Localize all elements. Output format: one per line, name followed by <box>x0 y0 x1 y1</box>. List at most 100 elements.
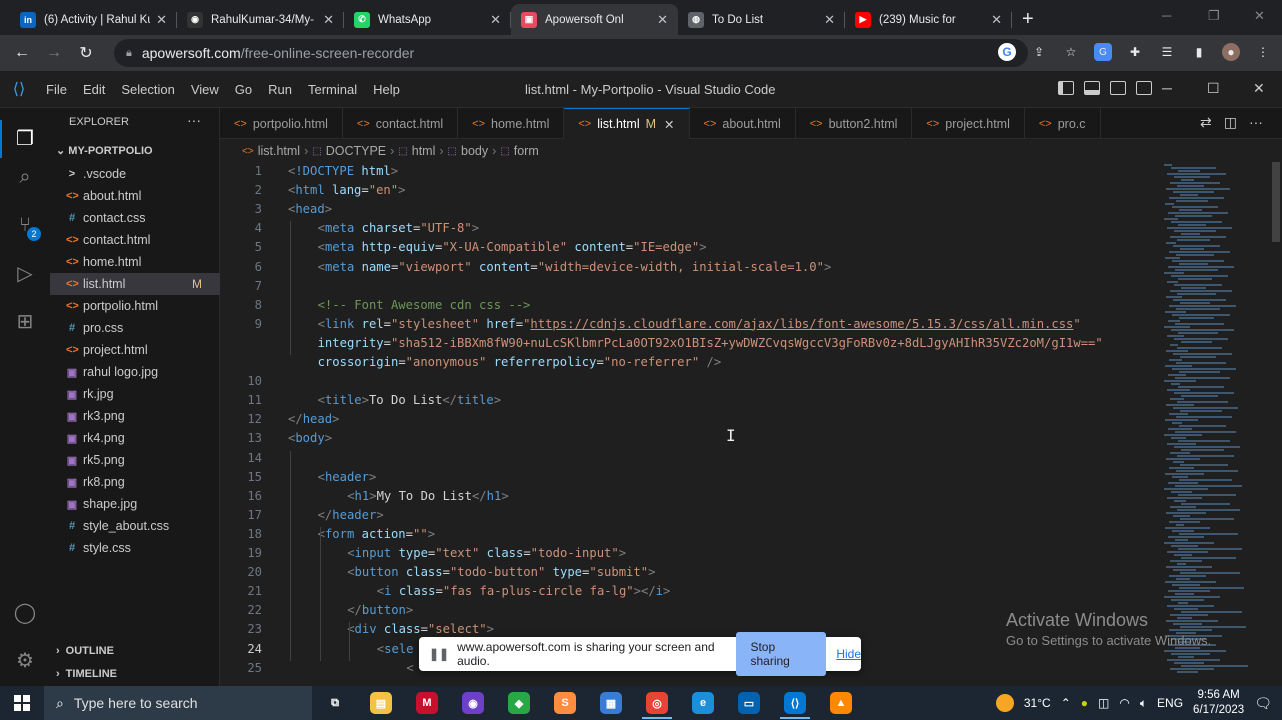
editor-tab[interactable]: <> contact.html <box>343 108 459 139</box>
editor-tab[interactable]: <> about.html <box>690 108 796 139</box>
reload-icon[interactable]: ↻ <box>70 43 102 63</box>
code-line[interactable]: <button class="todo-button" type="submit… <box>347 565 655 579</box>
tray-app-icon[interactable]: ● <box>1081 696 1088 710</box>
taskbar-search[interactable]: ⌕ Type here to search <box>44 686 312 720</box>
close-tab-icon[interactable]: ✕ <box>991 12 1002 28</box>
file-item[interactable]: ▣ rk8.png <box>50 471 220 493</box>
close-tab-icon[interactable]: ✕ <box>664 117 674 132</box>
wifi-icon[interactable]: ◠ <box>1119 696 1129 710</box>
editor-tab[interactable]: <> list.html M ✕ <box>564 108 690 139</box>
taskbar-app[interactable]: ◎ <box>634 686 680 720</box>
close-tab-icon[interactable]: ✕ <box>824 12 835 28</box>
menu-selection[interactable]: Selection <box>113 82 182 97</box>
file-item[interactable]: <> list.html M <box>50 273 220 295</box>
file-item[interactable]: <> home.html <box>50 251 220 273</box>
file-item[interactable]: # style.css <box>50 537 220 559</box>
project-folder[interactable]: ⌄ MY-PORTPOLIO <box>56 144 153 157</box>
code-line[interactable]: crossorigin="anonymous" referrerpolicy="… <box>318 355 722 369</box>
browser-tab[interactable]: in (6) Activity | Rahul Ku ✕ <box>10 4 177 35</box>
menu-file[interactable]: File <box>38 82 75 97</box>
temperature[interactable]: 31°C <box>1024 696 1051 710</box>
bookmark-star-icon[interactable]: ☆ <box>1062 43 1080 61</box>
translate-icon[interactable]: G <box>1094 43 1112 61</box>
file-item[interactable]: <> about.html <box>50 185 220 207</box>
close-icon[interactable]: ✕ <box>1253 80 1265 97</box>
taskbar-app[interactable]: ▲ <box>818 686 864 720</box>
file-item[interactable]: # pro.css <box>50 317 220 339</box>
breadcrumb-item[interactable]: DOCTYPE <box>326 144 386 158</box>
file-item[interactable]: <> project.html <box>50 339 220 361</box>
menu-help[interactable]: Help <box>365 82 408 97</box>
breadcrumb-item[interactable]: html <box>412 144 436 158</box>
source-control-icon[interactable]: ⑂ 2 <box>11 211 41 241</box>
taskbar-app[interactable]: ◉ <box>450 686 496 720</box>
reading-list-icon[interactable]: ☰ <box>1158 43 1176 61</box>
notifications-icon[interactable]: 🗨︎ <box>1254 695 1272 712</box>
code-line[interactable]: <body> <box>288 431 332 445</box>
code-line[interactable]: < <box>406 661 413 675</box>
code-line[interactable]: <h1>My To Do List</h1> <box>347 489 508 503</box>
side-panel-icon[interactable]: ▮ <box>1190 43 1208 61</box>
more-actions-icon[interactable]: ··· <box>1249 114 1263 131</box>
close-tab-icon[interactable]: ✕ <box>323 12 334 28</box>
taskbar-app[interactable]: ▦ <box>588 686 634 720</box>
toggle-secondary-sidebar-icon[interactable] <box>1110 81 1126 95</box>
browser-minimize-icon[interactable]: ─ <box>1162 8 1171 23</box>
code-line[interactable]: <!DOCTYPE html> <box>288 164 398 178</box>
code-line[interactable]: <header> <box>318 470 377 484</box>
editor-tab[interactable]: <> pro.c <box>1025 108 1101 139</box>
forward-icon[interactable]: → <box>38 44 70 62</box>
toggle-sidebar-icon[interactable] <box>1058 81 1074 95</box>
menu-terminal[interactable]: Terminal <box>300 82 365 97</box>
explorer-icon[interactable]: ❐ <box>11 124 39 152</box>
browser-tab[interactable]: ▣ Apowersoft Onl ✕ <box>511 4 678 35</box>
taskbar-app[interactable]: ▤ <box>358 686 404 720</box>
browser-tab[interactable]: ✆ WhatsApp ✕ <box>344 4 511 35</box>
minimize-icon[interactable]: ─ <box>1162 80 1172 96</box>
taskbar-app[interactable]: ⧉ <box>312 686 358 720</box>
code-line[interactable]: <div class="select"> <box>347 622 494 636</box>
breadcrumb-item[interactable]: list.html <box>258 144 300 158</box>
search-icon[interactable]: ⌕ <box>11 163 39 191</box>
taskbar-app[interactable]: ▭ <box>726 686 772 720</box>
start-button[interactable] <box>0 695 44 711</box>
file-item[interactable]: ▣ rk4.png <box>50 427 220 449</box>
file-item[interactable]: ▣ rk.jpg <box>50 383 220 405</box>
hide-button[interactable]: Hide <box>836 647 861 661</box>
menu-edit[interactable]: Edit <box>75 82 113 97</box>
editor-tab[interactable]: <> portpolio.html <box>220 108 343 139</box>
code-line[interactable]: <!-- Font Awesome cdn css --> <box>318 298 531 312</box>
menu-run[interactable]: Run <box>260 82 300 97</box>
editor-tab[interactable]: <> project.html <box>912 108 1025 139</box>
customize-layout-icon[interactable] <box>1136 81 1152 95</box>
profile-avatar[interactable]: ● <box>1222 43 1240 61</box>
share-icon[interactable]: ⇪ <box>1030 43 1048 61</box>
editor-tab[interactable]: <> button2.html <box>796 108 913 139</box>
breadcrumb-item[interactable]: form <box>514 144 539 158</box>
code-line[interactable]: <meta charset="UTF-8"> <box>318 221 479 235</box>
network-icon[interactable]: ◫ <box>1098 696 1109 710</box>
weather-icon[interactable] <box>995 694 1014 712</box>
compare-icon[interactable]: ⇄ <box>1200 114 1212 131</box>
taskbar-app[interactable]: S <box>542 686 588 720</box>
new-tab-button[interactable]: + <box>1012 8 1044 35</box>
google-icon[interactable]: G <box>998 43 1016 61</box>
minimap[interactable] <box>1160 162 1270 686</box>
code-line[interactable]: integrity="sha512-iBBXm8fW90+nuLcSKlbmrP… <box>318 336 1103 350</box>
chevron-up-icon[interactable]: ⌃ <box>1061 696 1071 710</box>
code-line[interactable]: <meta http-equiv="X-UA-Compatible" conte… <box>318 240 707 254</box>
account-icon[interactable]: ◯ <box>11 598 39 626</box>
taskbar-app[interactable]: e <box>680 686 726 720</box>
browser-tab[interactable]: ▶ (239) Music for ✕ <box>845 4 1012 35</box>
toggle-panel-icon[interactable] <box>1084 81 1100 95</box>
menu-view[interactable]: View <box>183 82 227 97</box>
code-line[interactable]: <input type="text" class="todo-input"> <box>347 546 626 560</box>
code-line[interactable]: <head> <box>288 202 332 216</box>
file-item[interactable]: > .vscode <box>50 163 220 185</box>
taskbar-app[interactable]: ⟨⟩ <box>772 686 818 720</box>
code-line[interactable]: <meta name="viewport" content="width=dev… <box>318 260 832 274</box>
outline-section[interactable]: › OUTLINE <box>56 645 114 657</box>
code-line[interactable]: <title>To Do List</title> <box>318 393 501 407</box>
code-line[interactable]: </button> <box>347 603 413 617</box>
editor-scrollbar[interactable] <box>1270 162 1282 686</box>
